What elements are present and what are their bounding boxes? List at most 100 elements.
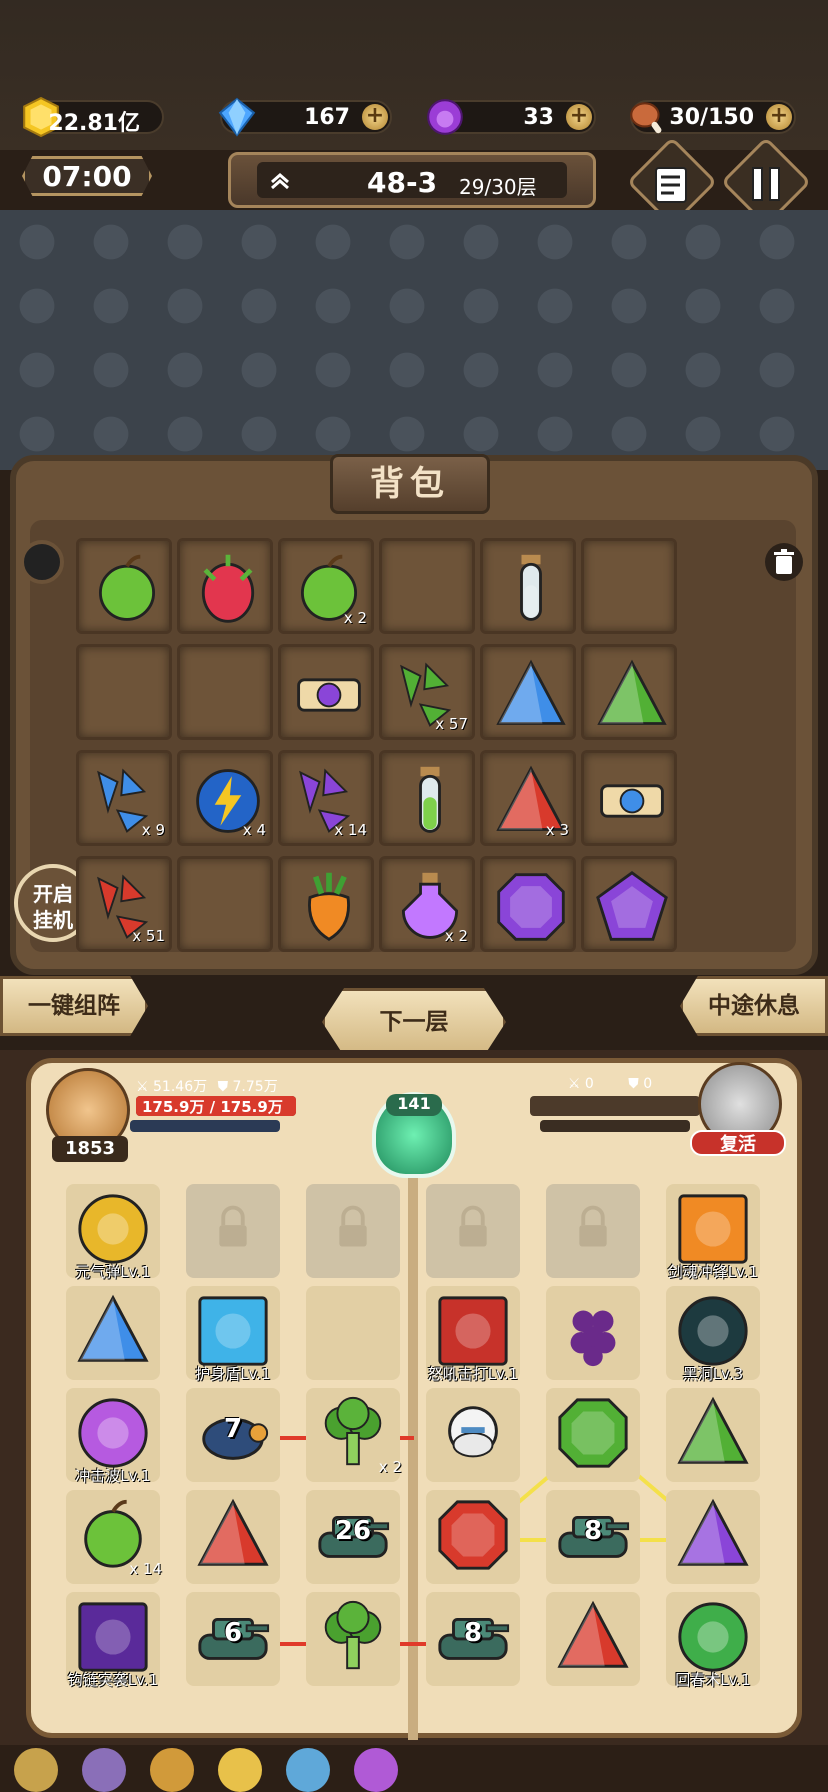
backpack-slot[interactable]: x 3 [480,750,576,846]
purple-orb-icon [427,99,463,135]
backpack-slot[interactable] [76,644,172,740]
purple-pyramid-icon [677,1498,749,1566]
board-slot[interactable]: 怒吼击打Lv.1 [426,1286,520,1383]
game-screen: { "resources": { "gold": "22.81亿", "diam… [0,0,828,1792]
board-slot[interactable] [306,1286,400,1380]
backpack-slot[interactable] [581,644,677,740]
green-pyramid-icon [597,659,667,725]
trash-icon[interactable] [764,540,804,584]
backpack-slot[interactable] [581,856,677,952]
nav-helmet-icon[interactable] [150,1748,194,1792]
board-slot[interactable] [426,1490,520,1584]
book-spine [408,1140,418,1740]
board-slot[interactable] [426,1388,520,1482]
board-slot[interactable]: 26 [306,1490,400,1584]
unit-level: 6 [223,1618,243,1648]
next-floor-button[interactable]: 下一层 [322,988,506,1056]
backpack-slot[interactable] [278,644,374,740]
board-slot[interactable] [186,1490,280,1584]
add-diamond-button[interactable]: + [362,104,388,130]
backpack-slot[interactable] [379,750,475,846]
board-slot[interactable] [666,1490,760,1584]
board-slot[interactable]: 元气弹Lv.1 [66,1184,160,1281]
diamond-resource: 167 + [218,97,392,137]
backpack-slot[interactable] [76,538,172,634]
backpack-slot[interactable] [278,856,374,952]
toggle-dot-button[interactable] [20,540,64,584]
backpack-slot[interactable] [177,644,273,740]
backpack-slot[interactable]: x 4 [177,750,273,846]
black-hole-icon [678,1296,748,1366]
backpack-slot[interactable]: x 51 [76,856,172,952]
add-stamina-button[interactable]: + [766,104,792,130]
orb-value: 33 [523,105,554,130]
board-slot[interactable]: 黑洞Lv.3 [666,1286,760,1383]
chain-skill-icon [78,1602,148,1672]
backpack-slot[interactable]: x 14 [278,750,374,846]
board-slot[interactable]: 8 [546,1490,640,1584]
stage-floor: 29/30层 [459,175,537,199]
board-slot[interactable] [666,1388,760,1482]
board-slot[interactable] [66,1286,160,1380]
backpack-slot[interactable]: x 9 [76,750,172,846]
board-slot[interactable] [546,1592,640,1686]
backpack-slot[interactable] [177,856,273,952]
board-slot[interactable]: 护身盾Lv.1 [186,1286,280,1383]
board-slot[interactable]: 7 [186,1388,280,1482]
item-count: x 57 [435,715,468,733]
board-slot[interactable]: 8 [426,1592,520,1686]
enemy-attack: 0 [584,1076,594,1092]
board-slot[interactable] [546,1286,640,1380]
board-slot[interactable]: 剑魂冲锋Lv.1 [666,1184,760,1281]
locked-slot[interactable] [186,1184,280,1278]
backpack-slot[interactable] [581,750,677,846]
stage-banner: 48-3 29/30层 [228,152,596,208]
rest-button[interactable]: 中途休息 [680,976,828,1036]
backpack-slot[interactable]: x 57 [379,644,475,740]
locked-slot[interactable] [546,1184,640,1278]
backpack-slot[interactable] [379,538,475,634]
auto-formation-button[interactable]: 一键组阵 [0,976,148,1036]
shield-icon: ⛊ [628,1076,639,1092]
board-slot[interactable]: 6 [186,1592,280,1686]
backpack-slot[interactable] [480,644,576,740]
revive-badge[interactable]: 复活 [690,1130,786,1156]
blue-pyramid-icon [496,659,566,725]
item-count: x 9 [141,821,165,839]
backpack-slot[interactable] [480,538,576,634]
stamina-resource: 30/150 + [630,100,796,134]
backpack-slot[interactable]: x 2 [379,856,475,952]
nav-compass-icon[interactable] [286,1748,330,1792]
add-orb-button[interactable]: + [566,104,592,130]
purple-pentagon-gem-icon [596,871,668,941]
nav-hat-icon[interactable] [82,1748,126,1792]
skill-caption: 回春术Lv.1 [675,1671,751,1689]
board-slot[interactable]: x 14 [66,1490,162,1584]
locked-slot[interactable] [426,1184,520,1278]
board-slot[interactable]: 钩链突袭Lv.1 [66,1592,160,1689]
skill-caption: 护身盾Lv.1 [195,1365,271,1383]
backpack-slot[interactable]: x 2 [278,538,374,634]
nav-boot-icon[interactable] [14,1748,58,1792]
lock-icon [219,1205,247,1247]
nav-key-icon[interactable] [354,1748,398,1792]
item-count: x 14 [334,821,367,839]
grapes-icon [570,1310,616,1367]
board-slot[interactable]: 冲击波Lv.1 [66,1388,160,1485]
lock-icon [459,1205,487,1247]
backpack-slot[interactable] [581,538,677,634]
center-badge: 141 [386,1094,442,1116]
backpack-slot[interactable] [480,856,576,952]
backpack-slot[interactable] [177,538,273,634]
board-slot[interactable] [546,1388,640,1482]
board-slot[interactable]: x 2 [306,1388,402,1482]
nav-gold-icon[interactable] [218,1748,262,1792]
player-power: 1853 [52,1136,128,1162]
board-slot[interactable]: 回春术Lv.1 [666,1592,760,1689]
green-vial-icon [419,766,441,833]
board-slot[interactable] [306,1592,400,1686]
battle-timer: 07:00 [22,156,152,196]
locked-slot[interactable] [306,1184,400,1278]
unit-level: 7 [223,1414,243,1444]
blue-scroll-icon [600,784,664,818]
